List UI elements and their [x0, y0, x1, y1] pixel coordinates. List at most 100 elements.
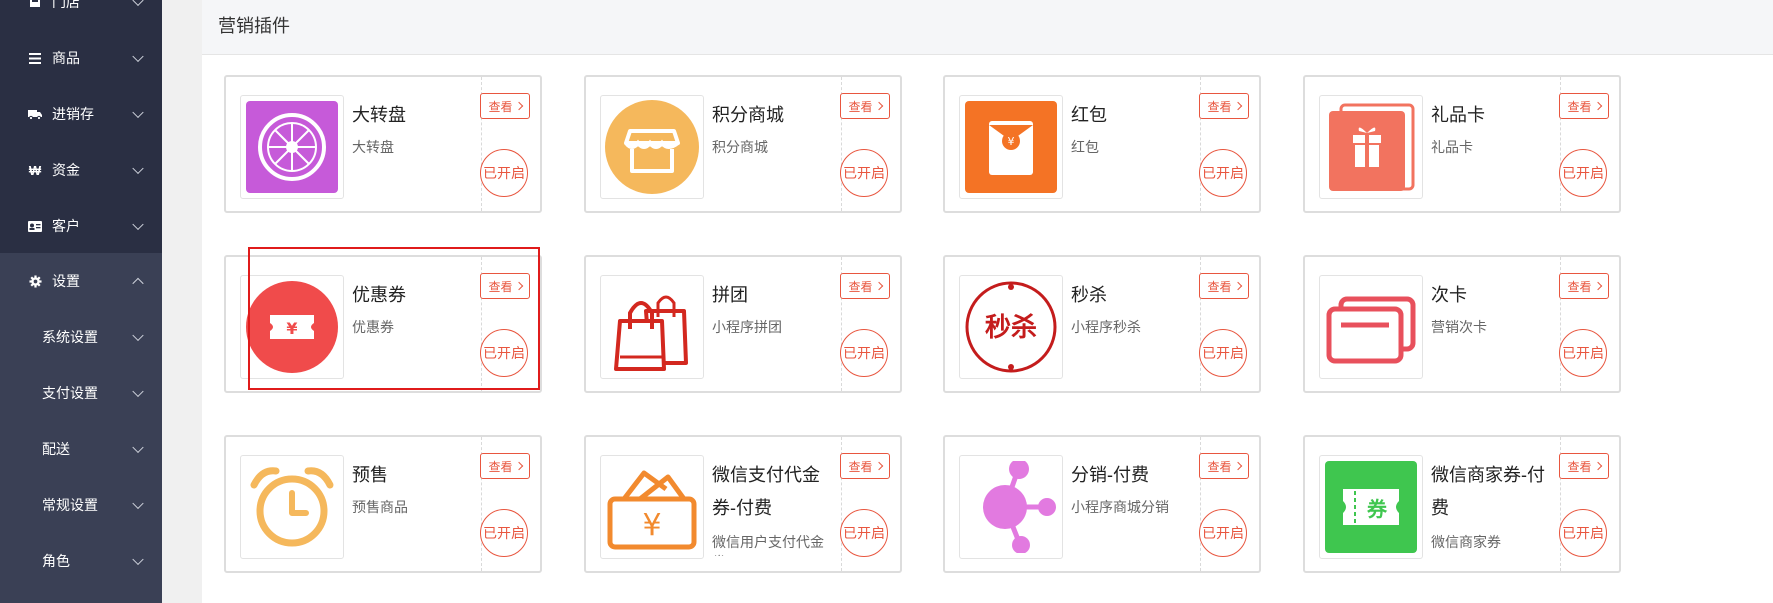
chevron-down-icon [132, 385, 144, 398]
plugin-card[interactable]: 预售 预售商品 查看 已开启 [224, 435, 542, 573]
view-button-label: 查看 [1567, 459, 1592, 474]
truck-icon [28, 107, 42, 121]
sidebar-item-inventory[interactable]: 进销存 [0, 86, 162, 142]
status-badge[interactable]: 已开启 [480, 509, 528, 557]
chevron-right-icon [1233, 101, 1242, 111]
plugin-name: 拼团 [712, 285, 748, 305]
sidebar-item-label: 设置 [52, 273, 80, 289]
gear-icon [28, 274, 42, 288]
view-button[interactable]: 查看 [840, 93, 890, 119]
sidebar-item-label: 资金 [52, 162, 80, 178]
panel-header: 营销插件 [202, 0, 1773, 55]
plugin-name: 礼品卡 [1431, 105, 1485, 125]
view-button-label: 查看 [848, 99, 873, 114]
content-gutter [162, 0, 202, 603]
share-network-icon [983, 461, 1056, 553]
sidebar-item-customers[interactable]: 客户 [0, 198, 162, 254]
status-badge[interactable]: 已开启 [480, 149, 528, 197]
chevron-down-icon [132, 50, 144, 63]
view-button[interactable]: 查看 [1559, 273, 1609, 299]
chevron-right-icon [1233, 461, 1242, 471]
status-badge[interactable]: 已开启 [1199, 329, 1247, 377]
sidebar-subitem-delivery[interactable]: 配送 [0, 421, 162, 477]
plugin-card[interactable]: ¥ 红包 红包 查看 已开启 [943, 75, 1261, 213]
view-button[interactable]: 查看 [480, 273, 530, 299]
plugin-image [240, 95, 344, 199]
chevron-down-icon [132, 553, 144, 566]
alarm-clock-icon [250, 467, 334, 547]
view-button-label: 查看 [1567, 279, 1592, 294]
plugin-card[interactable]: 积分商城 积分商城 查看 已开启 [584, 75, 902, 213]
plugin-name: 红包 [1071, 105, 1107, 125]
plugin-description: 积分商城 [712, 139, 768, 155]
sidebar-subitem-payment-settings[interactable]: 支付设置 [0, 365, 162, 421]
status-badge[interactable]: 已开启 [480, 329, 528, 377]
sidebar-item-funds[interactable]: ₩ 资金 [0, 142, 162, 198]
status-badge[interactable]: 已开启 [1559, 149, 1607, 197]
plugin-name: 预售 [352, 465, 388, 485]
view-button[interactable]: 查看 [1199, 273, 1249, 299]
plugin-card[interactable]: ¥ 优惠券 优惠券 查看 已开启 [224, 255, 542, 393]
chevron-down-icon [132, 162, 144, 175]
plugin-card[interactable]: 分销-付费 小程序商城分销 查看 已开启 [943, 435, 1261, 573]
plugin-name: 分销-付费 [1071, 465, 1149, 485]
plugin-image: ¥ [959, 95, 1063, 199]
plugin-card[interactable]: 拼团 小程序拼团 查看 已开启 [584, 255, 902, 393]
plugin-card[interactable]: 礼品卡 礼品卡 查看 已开启 [1303, 75, 1621, 213]
chevron-right-icon [874, 101, 883, 111]
plugin-description: 营销次卡 [1431, 319, 1487, 335]
plugin-image [600, 95, 704, 199]
plugin-card[interactable]: 秒杀 秒杀 小程序秒杀 查看 已开启 [943, 255, 1261, 393]
chevron-right-icon [1233, 281, 1242, 291]
status-badge[interactable]: 已开启 [1199, 149, 1247, 197]
view-button[interactable]: 查看 [480, 453, 530, 479]
plugin-name: 微信商家券-付费 [1431, 465, 1545, 518]
sidebar-item-settings[interactable]: 设置 [0, 253, 162, 309]
status-badge[interactable]: 已开启 [840, 149, 888, 197]
plugin-description: 预售商品 [352, 499, 408, 515]
view-button[interactable]: 查看 [1199, 453, 1249, 479]
sidebar-subitem-system-settings[interactable]: 系统设置 [0, 309, 162, 365]
voucher-icon: 券 [1325, 461, 1417, 553]
plugin-description: 小程序拼团 [712, 319, 782, 335]
page-title: 营销插件 [218, 16, 290, 36]
status-badge[interactable]: 已开启 [840, 329, 888, 377]
sidebar-item-products[interactable]: 商品 [0, 30, 162, 86]
view-button[interactable]: 查看 [840, 453, 890, 479]
view-button-label: 查看 [848, 279, 873, 294]
plugin-card[interactable]: 券 微信商家券-付费 微信商家券 查看 已开启 [1303, 435, 1621, 573]
view-button-label: 查看 [488, 99, 513, 114]
status-badge[interactable]: 已开启 [1559, 509, 1607, 557]
chevron-right-icon [1593, 461, 1602, 471]
status-badge[interactable]: 已开启 [1559, 329, 1607, 377]
plugin-card[interactable]: ¥ 微信支付代金券-付费 微信用户支付代金券 查看 已开启 [584, 435, 902, 573]
chevron-up-icon [132, 277, 144, 290]
sidebar-subitem-general-settings[interactable]: 常规设置 [0, 477, 162, 533]
view-button[interactable]: 查看 [1559, 93, 1609, 119]
sidebar-subitem-roles[interactable]: 角色 [0, 533, 162, 589]
plugin-description: 红包 [1071, 139, 1099, 155]
status-badge[interactable]: 已开启 [1199, 509, 1247, 557]
sidebar: 门店 商品 进销存 ₩ 资金 客户 设置 系统设置 支付设置 配送 常规设置 角… [0, 0, 162, 603]
flash-sale-icon-text: 秒杀 [985, 312, 1037, 343]
sidebar-item-store[interactable]: 门店 [0, 0, 162, 30]
view-button-label: 查看 [1207, 459, 1232, 474]
chevron-down-icon [132, 329, 144, 342]
plugin-card[interactable]: 次卡 营销次卡 查看 已开启 [1303, 255, 1621, 393]
chevron-right-icon [1593, 281, 1602, 291]
plugin-image [240, 455, 344, 559]
plugin-card[interactable]: 大转盘 大转盘 查看 已开启 [224, 75, 542, 213]
plugin-image: ¥ [600, 455, 704, 559]
sidebar-item-label: 常规设置 [42, 497, 98, 513]
plugin-image [600, 275, 704, 379]
view-button[interactable]: 查看 [480, 93, 530, 119]
status-badge[interactable]: 已开启 [840, 509, 888, 557]
view-button[interactable]: 查看 [1559, 453, 1609, 479]
chevron-right-icon [874, 281, 883, 291]
chevron-down-icon [132, 441, 144, 454]
view-button-label: 查看 [848, 459, 873, 474]
view-button[interactable]: 查看 [1199, 93, 1249, 119]
plugin-image: 券 [1319, 455, 1423, 559]
plugin-image: ¥ [240, 275, 344, 379]
view-button[interactable]: 查看 [840, 273, 890, 299]
